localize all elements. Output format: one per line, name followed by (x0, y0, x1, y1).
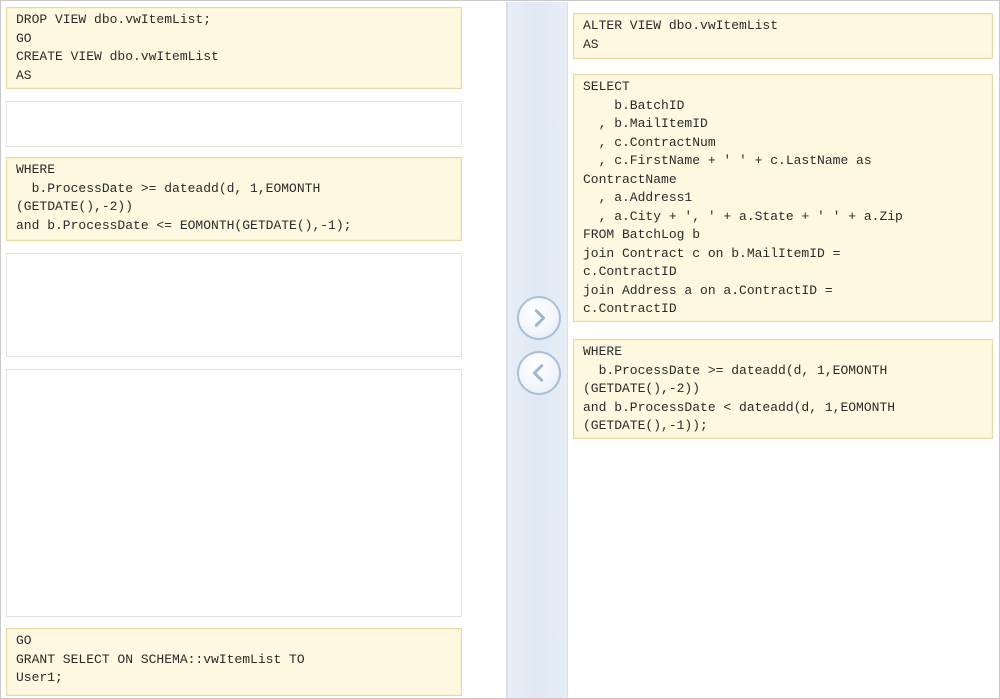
code-line: WHERE (16, 162, 56, 177)
code-line: ALTER VIEW dbo.vwItemList (583, 18, 779, 33)
code-line: AS (16, 67, 32, 83)
code-block-where-dateadd[interactable]: WHERE b.ProcessDate >= dateadd(d, 1,EOMO… (573, 339, 993, 439)
empty-answer-slot-1[interactable] (6, 101, 462, 147)
code-line: , b.MailItemID (583, 116, 708, 131)
options-panel: ALTER VIEW dbo.vwItemList AS SELECT b.Ba… (568, 2, 999, 698)
code-line: and b.ProcessDate < dateadd(d, 1,EOMONTH (583, 399, 896, 415)
move-right-button[interactable] (517, 296, 561, 340)
code-line: CREATE VIEW dbo.vwItemList (16, 49, 219, 64)
answer-area-panel: DROP VIEW dbo.vwItemList; GO CREATE VIEW… (2, 2, 507, 698)
move-left-button[interactable] (517, 351, 561, 395)
code-line: and b.ProcessDate <= EOMONTH(GETDATE(),-… (16, 217, 352, 233)
code-block-alter-view[interactable]: ALTER VIEW dbo.vwItemList AS (573, 13, 993, 59)
code-line: SELECT (583, 79, 630, 94)
code-line: join Address a on a.ContractID = (583, 282, 833, 298)
code-line: GO (16, 633, 32, 648)
code-block-drop-create-view[interactable]: DROP VIEW dbo.vwItemList; GO CREATE VIEW… (6, 7, 462, 89)
code-line: GO (16, 30, 32, 46)
code-line: c.ContractID (583, 264, 677, 279)
code-line: WHERE (583, 344, 623, 359)
code-line: b.ProcessDate >= dateadd(d, 1,EOMONTH (583, 362, 888, 378)
code-line: , a.City + ', ' + a.State + ' ' + a.Zip (583, 208, 903, 224)
code-line: (GETDATE(),-2)) (16, 199, 134, 214)
move-controls-strip (507, 2, 568, 698)
drag-drop-frame: DROP VIEW dbo.vwItemList; GO CREATE VIEW… (0, 0, 1000, 699)
code-line: DROP VIEW dbo.vwItemList; (16, 12, 212, 27)
code-block-where-eomonth[interactable]: WHERE b.ProcessDate >= dateadd(d, 1,EOMO… (6, 157, 462, 241)
code-line: , a.Address1 (583, 190, 693, 205)
code-line: c.ContractID (583, 301, 677, 316)
code-line: b.BatchID (583, 97, 685, 113)
chevron-left-icon (532, 364, 544, 382)
code-line: (GETDATE(),-1)); (583, 418, 708, 433)
code-line: b.ProcessDate >= dateadd(d, 1,EOMONTH (16, 180, 321, 196)
code-line: join Contract c on b.MailItemID = (583, 245, 841, 261)
code-line: AS (583, 36, 599, 52)
code-line: (GETDATE(),-2)) (583, 381, 701, 396)
code-block-go-grant[interactable]: GO GRANT SELECT ON SCHEMA::vwItemList TO… (6, 628, 462, 696)
code-line: , c.ContractNum (583, 134, 716, 150)
empty-answer-slot-2[interactable] (6, 253, 462, 357)
chevron-right-icon (534, 309, 546, 327)
code-line: ContractName (583, 171, 677, 187)
code-line: FROM BatchLog b (583, 227, 701, 242)
code-line: GRANT SELECT ON SCHEMA::vwItemList TO (16, 651, 305, 667)
code-line: , c.FirstName + ' ' + c.LastName as (583, 153, 872, 168)
code-block-select[interactable]: SELECT b.BatchID , b.MailItemID , c.Cont… (573, 74, 993, 322)
code-line: User1; (16, 670, 63, 685)
empty-answer-slot-3[interactable] (6, 369, 462, 617)
